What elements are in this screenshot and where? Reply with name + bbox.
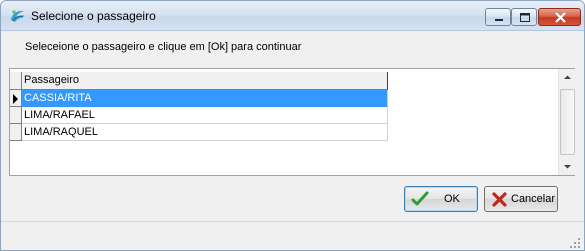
row-indicator[interactable] [10, 107, 22, 124]
passenger-cell[interactable]: CASSIA/RITA [22, 90, 388, 107]
scroll-down-icon [564, 165, 571, 169]
cancel-button[interactable]: Cancelar [484, 186, 558, 212]
passenger-cell[interactable]: LIMA/RAFAEL [22, 107, 388, 124]
ok-button-label: OK [444, 193, 460, 205]
dialog-window: Selecione o passageiro Seleceione o pass… [0, 0, 585, 251]
checkmark-icon [411, 191, 429, 208]
maximize-button[interactable] [511, 8, 537, 26]
scroll-thumb[interactable] [560, 89, 575, 155]
scroll-up-button[interactable] [559, 69, 576, 86]
row-pointer-icon [13, 94, 18, 104]
column-header-passageiro[interactable]: Passageiro [22, 72, 388, 90]
grid-corner [10, 72, 22, 90]
table-row[interactable]: CASSIA/RITA [10, 90, 388, 107]
passenger-grid[interactable]: Passageiro CASSIA/RITA LIMA/RAFAEL LIMA/… [9, 68, 576, 176]
title-bar[interactable]: Selecione o passageiro [1, 1, 584, 31]
row-indicator[interactable] [10, 90, 22, 107]
scroll-up-icon [564, 75, 571, 79]
instruction-text: Seleceione o passageiro e clique em [Ok]… [25, 41, 302, 53]
x-mark-icon [491, 191, 509, 208]
row-indicator[interactable] [10, 124, 22, 141]
cancel-button-label: Cancelar [511, 193, 556, 205]
table-row[interactable]: LIMA/RAQUEL [10, 124, 388, 141]
close-icon [555, 12, 566, 23]
vertical-scrollbar[interactable] [558, 69, 576, 175]
maximize-icon [520, 13, 530, 22]
status-bar [1, 221, 584, 250]
scroll-down-button[interactable] [559, 158, 576, 175]
passenger-cell[interactable]: LIMA/RAQUEL [22, 124, 388, 141]
minimize-icon [495, 19, 503, 21]
resize-grip-icon[interactable] [569, 236, 581, 248]
app-swirl-icon [9, 8, 27, 24]
ok-button[interactable]: OK [404, 186, 478, 212]
minimize-button[interactable] [485, 8, 511, 26]
window-title: Selecione o passageiro [31, 9, 156, 23]
table-row[interactable]: LIMA/RAFAEL [10, 107, 388, 124]
close-button[interactable] [538, 8, 581, 26]
